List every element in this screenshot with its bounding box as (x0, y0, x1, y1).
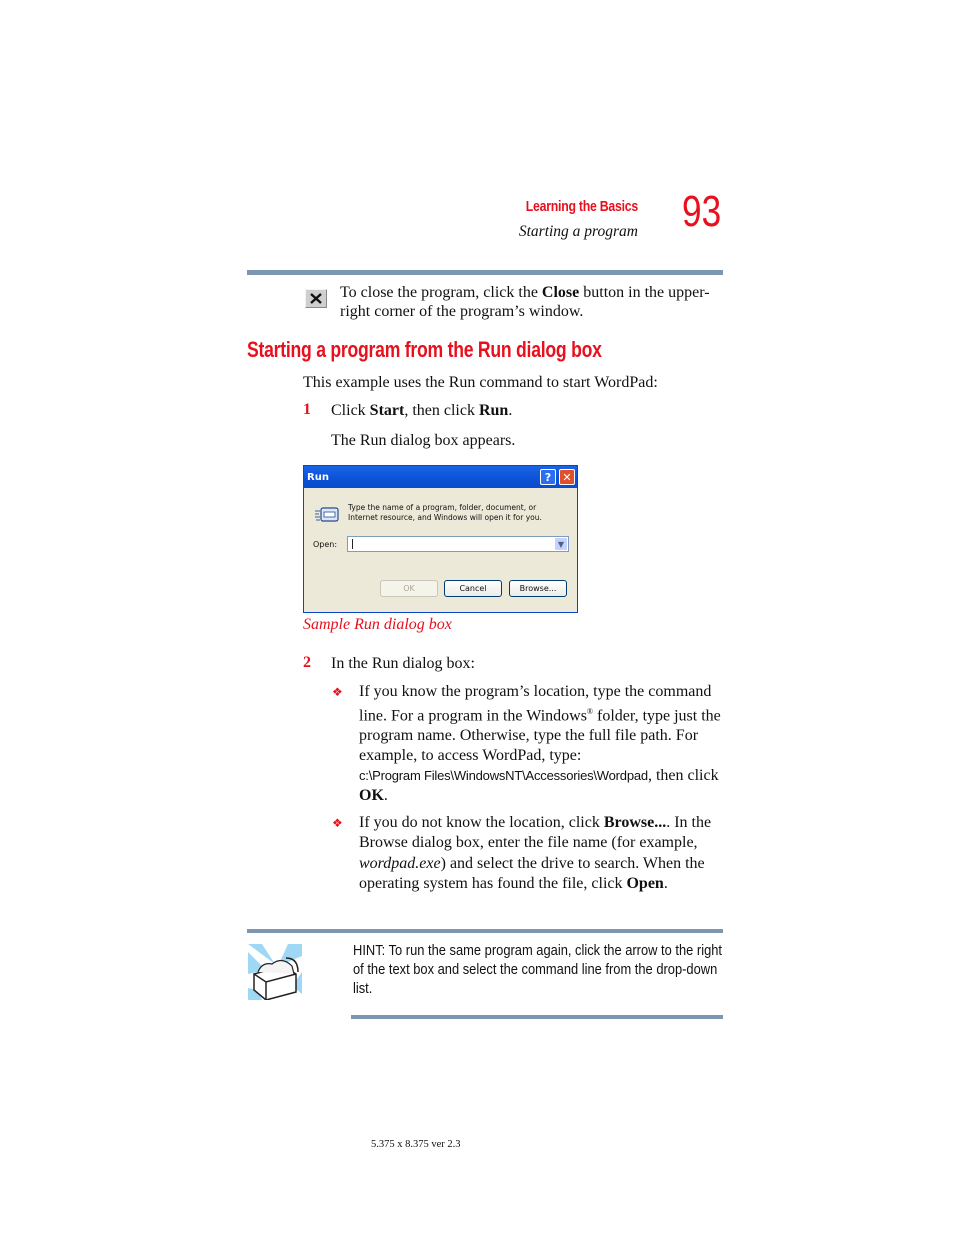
browse-button[interactable]: Browse... (509, 580, 567, 597)
open-combobox[interactable]: ▼ (347, 536, 569, 552)
bullet-2-text: If you do not know the location, click B… (359, 814, 712, 893)
text-cursor (352, 539, 353, 549)
dropdown-arrow-icon[interactable]: ▼ (555, 538, 567, 550)
hint-text: HINT: To run the same program again, cli… (353, 942, 723, 997)
step-number-1: 1 (303, 401, 311, 418)
chapter-title: Learning the Basics (525, 198, 638, 215)
dialog-title: Run (307, 471, 329, 483)
hint-top-rule (247, 929, 723, 933)
intro-text: This example uses the Run command to sta… (303, 374, 658, 391)
step-number-2: 2 (303, 654, 311, 671)
section-subtitle: Starting a program (518, 223, 638, 240)
run-dialog: Run ? ✕ Type the name of a program, fold… (303, 465, 578, 613)
treasure-chest-icon (248, 944, 302, 1000)
dialog-title-bar: Run ? ✕ (304, 466, 577, 488)
close-x-icon (305, 289, 327, 308)
run-icon (315, 507, 339, 522)
step-1-text: Click Start, then click Run. (331, 402, 513, 419)
cancel-button[interactable]: Cancel (444, 580, 502, 597)
page-number: 93 (682, 187, 722, 236)
page-footer: 5.375 x 8.375 ver 2.3 (371, 1139, 461, 1150)
bullet-1-text: If you know the program’s location, type… (359, 683, 721, 805)
help-button[interactable]: ? (540, 469, 556, 485)
section-heading: Starting a program from the Run dialog b… (247, 337, 602, 362)
open-label: Open: (313, 540, 338, 549)
dialog-description: Type the name of a program, folder, docu… (348, 503, 542, 522)
hint-bottom-rule (351, 1015, 723, 1019)
dialog-close-button[interactable]: ✕ (559, 469, 575, 485)
help-icon: ? (544, 470, 552, 484)
bullet-icon: ❖ (332, 685, 343, 699)
bullet-icon: ❖ (332, 816, 343, 830)
step-2-text: In the Run dialog box: (331, 655, 475, 672)
ok-button[interactable]: OK (380, 580, 438, 597)
figure-caption: Sample Run dialog box (303, 616, 452, 633)
close-note: To close the program, click the Close bu… (340, 284, 710, 320)
header-rule (247, 270, 723, 275)
command-path: c:\Program Files\WindowsNT\Accessories\W… (359, 768, 648, 784)
close-icon: ✕ (562, 470, 572, 484)
step-1-result: The Run dialog box appears. (331, 432, 516, 449)
